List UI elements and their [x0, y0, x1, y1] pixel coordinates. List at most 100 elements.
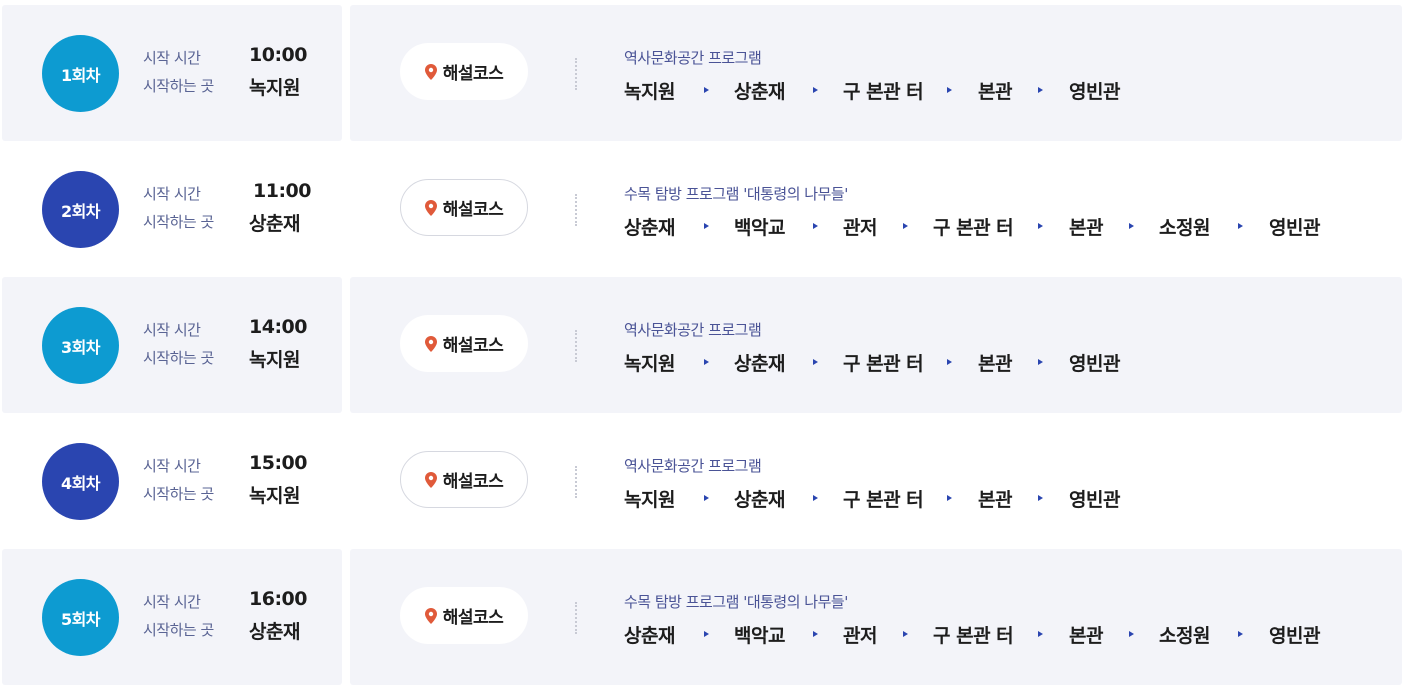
start-time-value: 16:00 — [249, 588, 307, 610]
route-arrow-icon — [947, 359, 952, 365]
route-arrow-icon — [1038, 87, 1043, 93]
course-button-label: 해설코스 — [442, 64, 504, 84]
route-stop: 관저 — [843, 217, 877, 239]
course-button[interactable]: 해설코스 — [400, 43, 528, 100]
route-stop: 상춘재 — [734, 489, 785, 511]
start-time-label: 시작 시간 — [143, 593, 201, 611]
route-stop: 본관 — [978, 353, 1012, 375]
start-time-value: 10:00 — [249, 44, 307, 66]
location-pin-icon — [424, 335, 437, 352]
route-stop: 구 본관 터 — [843, 353, 924, 375]
start-time-label: 시작 시간 — [143, 321, 201, 339]
route-stop: 구 본관 터 — [843, 489, 924, 511]
route-arrow-icon — [1129, 223, 1134, 229]
route-arrow-icon — [704, 631, 709, 637]
route-arrow-icon — [813, 359, 818, 365]
course-button-label: 해설코스 — [442, 608, 504, 628]
start-time-label: 시작 시간 — [143, 49, 201, 67]
program-title: 역사문화공간 프로그램 — [624, 457, 762, 475]
location-pin-icon — [424, 199, 437, 216]
route-stop: 본관 — [978, 81, 1012, 103]
route-stop: 구 본관 터 — [843, 81, 924, 103]
route-stop: 녹지원 — [624, 353, 675, 375]
route-arrow-icon — [813, 223, 818, 229]
route-arrow-icon — [704, 223, 709, 229]
route-stop: 영빈관 — [1069, 81, 1120, 103]
route-stop: 구 본관 터 — [933, 625, 1014, 647]
route-arrow-icon — [704, 87, 709, 93]
route-arrow-icon — [704, 495, 709, 501]
route-arrow-icon — [903, 631, 908, 637]
course-button-label: 해설코스 — [442, 336, 504, 356]
route-arrow-icon — [1238, 631, 1243, 637]
route-arrow-icon — [1238, 223, 1243, 229]
route-stop: 상춘재 — [624, 625, 675, 647]
program-title: 수목 탐방 프로그램 '대통령의 나무들' — [624, 593, 848, 611]
start-time-label: 시작 시간 — [143, 457, 201, 475]
route-arrow-icon — [813, 495, 818, 501]
start-place-label: 시작하는 곳 — [143, 213, 214, 231]
route-stop: 본관 — [1069, 217, 1103, 239]
program-title: 수목 탐방 프로그램 '대통령의 나무들' — [624, 185, 848, 203]
session-row-1: 1회차 시작 시간 시작하는 곳 10:00 녹지원 해설코스 역사문화공간 프… — [0, 5, 1405, 141]
route-stop: 영빈관 — [1269, 625, 1320, 647]
start-place-value: 녹지원 — [249, 77, 300, 99]
route-stop: 백악교 — [734, 625, 785, 647]
session-badge: 5회차 — [42, 579, 119, 656]
session-row-4: 4회차 시작 시간 시작하는 곳 15:00 녹지원 해설코스 역사문화공간 프… — [0, 413, 1405, 549]
start-place-label: 시작하는 곳 — [143, 485, 214, 503]
divider — [575, 194, 577, 226]
session-row-5: 5회차 시작 시간 시작하는 곳 16:00 상춘재 해설코스 수목 탐방 프로… — [0, 549, 1405, 685]
start-place-value: 상춘재 — [249, 213, 300, 235]
session-badge: 1회차 — [42, 35, 119, 112]
route-arrow-icon — [813, 87, 818, 93]
route-stop: 영빈관 — [1269, 217, 1320, 239]
session-row-3: 3회차 시작 시간 시작하는 곳 14:00 녹지원 해설코스 역사문화공간 프… — [0, 277, 1405, 413]
start-time-value: 11:00 — [253, 180, 311, 202]
course-button[interactable]: 해설코스 — [400, 451, 528, 508]
route-stop: 구 본관 터 — [933, 217, 1014, 239]
session-badge: 4회차 — [42, 443, 119, 520]
start-place-label: 시작하는 곳 — [143, 349, 214, 367]
route-stop: 녹지원 — [624, 489, 675, 511]
route-stop: 상춘재 — [734, 353, 785, 375]
course-button[interactable]: 해설코스 — [400, 315, 528, 372]
route-stop: 본관 — [1069, 625, 1103, 647]
route-stop: 상춘재 — [624, 217, 675, 239]
route-stop: 소정원 — [1159, 625, 1210, 647]
route-stop: 본관 — [978, 489, 1012, 511]
route-arrow-icon — [947, 87, 952, 93]
location-pin-icon — [424, 607, 437, 624]
route-stop: 상춘재 — [734, 81, 785, 103]
route-stop: 관저 — [843, 625, 877, 647]
route-arrow-icon — [1038, 495, 1043, 501]
course-button-label: 해설코스 — [442, 200, 504, 220]
route-arrow-icon — [1129, 631, 1134, 637]
route-arrow-icon — [704, 359, 709, 365]
program-title: 역사문화공간 프로그램 — [624, 49, 762, 67]
route-arrow-icon — [903, 223, 908, 229]
session-badge: 2회차 — [42, 171, 119, 248]
course-button-label: 해설코스 — [442, 472, 504, 492]
start-place-value: 상춘재 — [249, 621, 300, 643]
route-arrow-icon — [1038, 223, 1043, 229]
course-button[interactable]: 해설코스 — [400, 179, 528, 236]
start-place-label: 시작하는 곳 — [143, 77, 214, 95]
location-pin-icon — [424, 471, 437, 488]
program-title: 역사문화공간 프로그램 — [624, 321, 762, 339]
course-button[interactable]: 해설코스 — [400, 587, 528, 644]
start-time-value: 15:00 — [249, 452, 307, 474]
start-place-value: 녹지원 — [249, 485, 300, 507]
divider — [575, 330, 577, 362]
start-place-label: 시작하는 곳 — [143, 621, 214, 639]
route-stop: 녹지원 — [624, 81, 675, 103]
route-stop: 소정원 — [1159, 217, 1210, 239]
start-time-label: 시작 시간 — [143, 185, 201, 203]
start-time-value: 14:00 — [249, 316, 307, 338]
route-arrow-icon — [947, 495, 952, 501]
location-pin-icon — [424, 63, 437, 80]
route-stop: 백악교 — [734, 217, 785, 239]
route-stop: 영빈관 — [1069, 489, 1120, 511]
session-badge: 3회차 — [42, 307, 119, 384]
route-stop: 영빈관 — [1069, 353, 1120, 375]
